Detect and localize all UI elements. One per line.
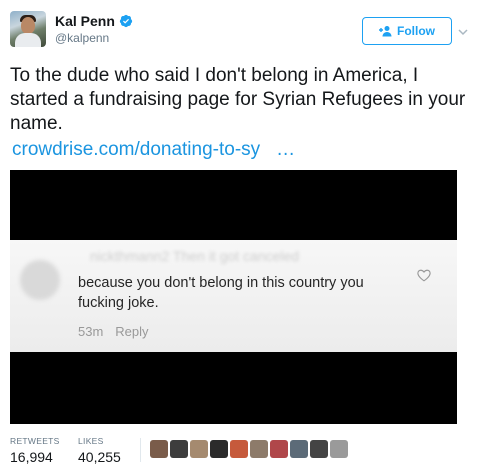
comment-reply: Reply bbox=[115, 324, 149, 339]
blurred-avatar bbox=[20, 260, 60, 300]
comment-time: 53m bbox=[78, 324, 104, 339]
retweets-label: RETWEETS bbox=[10, 436, 60, 446]
name-row: Kal Penn bbox=[55, 13, 133, 29]
retweets-count: 16,994 bbox=[10, 449, 53, 465]
blurred-username: nickthmann2 Then it got canceled bbox=[90, 248, 300, 264]
likes-count: 40,255 bbox=[78, 449, 121, 465]
user-handle[interactable]: @kalpenn bbox=[55, 31, 109, 45]
tweet-link-text[interactable]: crowdrise.com/donating-to-sy bbox=[12, 139, 260, 160]
liker-avatar[interactable] bbox=[170, 440, 188, 458]
liker-avatar[interactable] bbox=[310, 440, 328, 458]
tweet-media-image[interactable]: nickthmann2 Then it got canceled because… bbox=[10, 170, 457, 424]
liker-avatar[interactable] bbox=[330, 440, 348, 458]
likes-label: LIKES bbox=[78, 436, 104, 446]
liker-avatar[interactable] bbox=[270, 440, 288, 458]
display-name[interactable]: Kal Penn bbox=[55, 13, 115, 29]
tweet-stats: RETWEETS 16,994 LIKES 40,255 bbox=[10, 436, 467, 466]
user-avatar[interactable] bbox=[10, 11, 46, 47]
retweets-stat[interactable]: RETWEETS 16,994 bbox=[10, 436, 60, 465]
tweet-text: To the dude who said I don't belong in A… bbox=[10, 65, 466, 134]
comment-meta: 53m Reply bbox=[78, 324, 149, 339]
avatar-body bbox=[15, 33, 41, 47]
add-user-icon bbox=[379, 26, 392, 37]
liker-avatar[interactable] bbox=[230, 440, 248, 458]
liker-avatars bbox=[150, 440, 348, 458]
liker-avatar[interactable] bbox=[290, 440, 308, 458]
likes-stat[interactable]: LIKES 40,255 bbox=[78, 436, 121, 465]
liker-avatar[interactable] bbox=[150, 440, 168, 458]
heart-icon bbox=[417, 269, 431, 282]
tweet-header: Kal Penn @kalpenn Follow bbox=[10, 11, 468, 51]
liker-avatar[interactable] bbox=[190, 440, 208, 458]
tweet-link-ellipsis[interactable]: … bbox=[276, 139, 295, 160]
tweet-link[interactable]: crowdrise.com/donating-to-sy … bbox=[12, 139, 295, 161]
verified-badge-icon bbox=[119, 14, 133, 28]
follow-button[interactable]: Follow bbox=[362, 17, 452, 45]
follow-label: Follow bbox=[397, 24, 435, 38]
comment-text: because you don't belong in this country… bbox=[78, 275, 364, 311]
stats-divider bbox=[140, 438, 141, 462]
liker-avatar[interactable] bbox=[250, 440, 268, 458]
avatar-face bbox=[21, 17, 35, 34]
liker-avatar[interactable] bbox=[210, 440, 228, 458]
chevron-down-icon[interactable] bbox=[458, 27, 468, 37]
comment-screenshot: nickthmann2 Then it got canceled because… bbox=[10, 240, 457, 352]
